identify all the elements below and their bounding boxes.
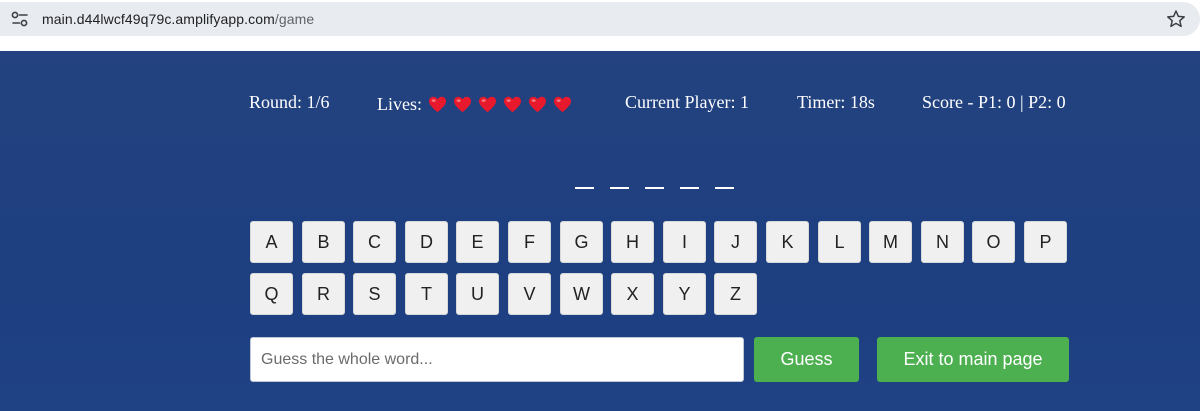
key-j[interactable]: J — [714, 221, 757, 263]
letter-blank — [645, 187, 664, 189]
key-p[interactable]: P — [1024, 221, 1067, 263]
heart-icon — [479, 96, 496, 113]
key-l[interactable]: L — [818, 221, 861, 263]
letter-blank — [610, 187, 629, 189]
lives-indicator: Lives: — [377, 94, 578, 118]
stats-bar: Round: 1/6 Lives: Current Player: 1 Time… — [0, 92, 1200, 122]
key-s[interactable]: S — [353, 273, 396, 315]
key-b[interactable]: B — [302, 221, 345, 263]
key-c[interactable]: C — [353, 221, 396, 263]
key-e[interactable]: E — [456, 221, 499, 263]
letter-blank — [715, 187, 734, 189]
key-f[interactable]: F — [508, 221, 551, 263]
key-n[interactable]: N — [921, 221, 964, 263]
address-bar[interactable]: main.d44lwcf49q79c.amplifyapp.com/game — [0, 2, 1200, 36]
game-area: Round: 1/6 Lives: Current Player: 1 Time… — [0, 51, 1200, 411]
site-info-icon[interactable] — [11, 11, 29, 27]
heart-icon — [554, 96, 571, 113]
key-t[interactable]: T — [405, 273, 448, 315]
key-h[interactable]: H — [611, 221, 654, 263]
score-indicator: Score - P1: 0 | P2: 0 — [922, 92, 1066, 112]
current-player-indicator: Current Player: 1 — [625, 92, 749, 112]
browser-toolbar: main.d44lwcf49q79c.amplifyapp.com/game — [0, 0, 1200, 40]
heart-icon — [429, 96, 446, 113]
key-r[interactable]: R — [302, 273, 345, 315]
key-g[interactable]: G — [560, 221, 603, 263]
key-w[interactable]: W — [560, 273, 603, 315]
key-q[interactable]: Q — [250, 273, 293, 315]
guess-button[interactable]: Guess — [754, 337, 859, 382]
lives-label: Lives: — [377, 94, 422, 114]
heart-icon — [454, 96, 471, 113]
key-v[interactable]: V — [508, 273, 551, 315]
timer-indicator: Timer: 18s — [797, 92, 875, 112]
key-a[interactable]: A — [250, 221, 293, 263]
url-path: /game — [274, 11, 315, 27]
key-z[interactable]: Z — [714, 273, 757, 315]
exit-to-main-button[interactable]: Exit to main page — [877, 337, 1069, 382]
lives-hearts — [428, 96, 578, 118]
key-o[interactable]: O — [972, 221, 1015, 263]
guess-word-input[interactable] — [250, 337, 744, 382]
key-m[interactable]: M — [869, 221, 912, 263]
heart-icon — [529, 96, 546, 113]
round-indicator: Round: 1/6 — [249, 92, 330, 112]
key-k[interactable]: K — [766, 221, 809, 263]
bookmark-star-icon[interactable] — [1166, 9, 1186, 29]
key-i[interactable]: I — [663, 221, 706, 263]
heart-icon — [504, 96, 521, 113]
url-host: main.d44lwcf49q79c.amplifyapp.com — [42, 11, 275, 27]
letter-blank — [575, 187, 594, 189]
key-y[interactable]: Y — [663, 273, 706, 315]
url-text[interactable]: main.d44lwcf49q79c.amplifyapp.com/game — [42, 11, 314, 27]
letter-blank — [680, 187, 699, 189]
key-u[interactable]: U — [456, 273, 499, 315]
key-d[interactable]: D — [405, 221, 448, 263]
key-x[interactable]: X — [611, 273, 654, 315]
